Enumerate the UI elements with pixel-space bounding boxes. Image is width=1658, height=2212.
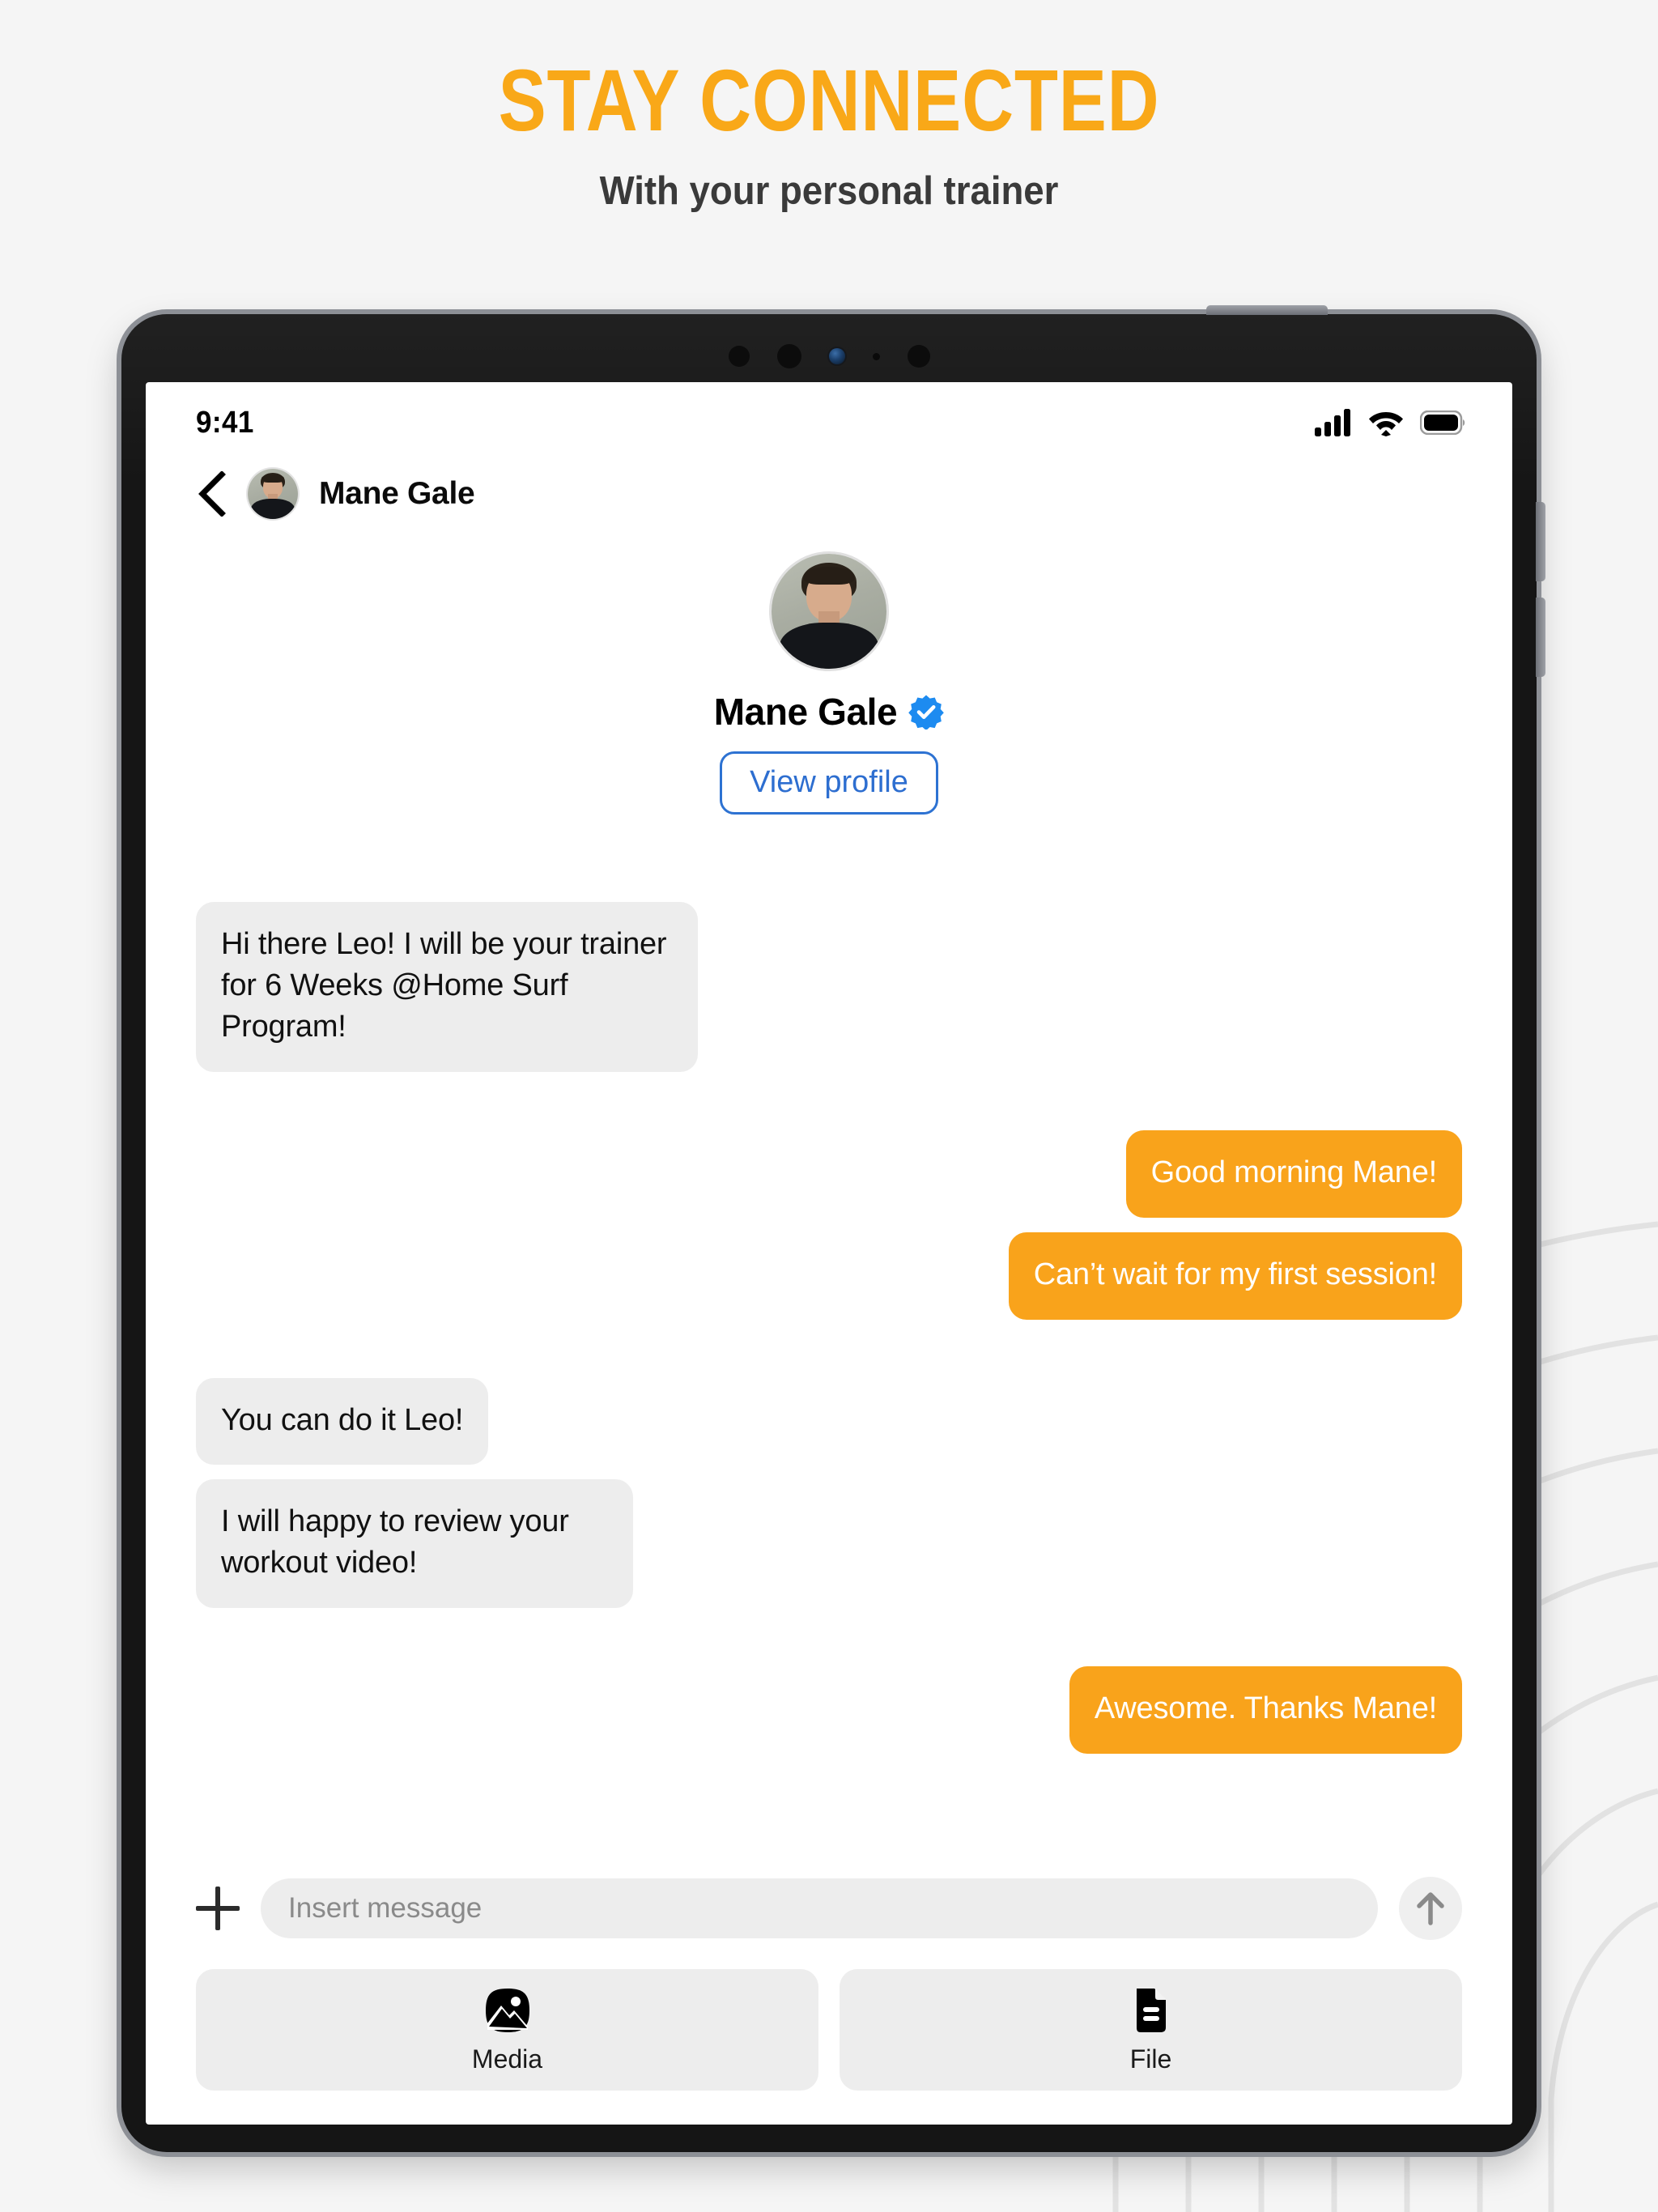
thread-filler — [196, 1768, 1462, 1877]
tablet-screen: 9:41 Mane Gale Mane Gale View profile Hi… — [146, 382, 1512, 2125]
thread-top-spacer — [196, 815, 1462, 902]
status-time: 9:41 — [196, 405, 254, 440]
attachment-media-label: Media — [471, 2044, 543, 2074]
view-profile-button[interactable]: View profile — [720, 751, 938, 815]
tablet-device-frame: 9:41 Mane Gale Mane Gale View profile Hi… — [121, 305, 1545, 2152]
front-camera-icon — [828, 348, 845, 364]
avatar-photo — [248, 469, 298, 519]
chat-navbar: Mane Gale — [146, 452, 1512, 536]
status-icon-group — [1315, 409, 1465, 436]
profile-name: Mane Gale — [713, 691, 898, 733]
navbar-avatar[interactable] — [248, 469, 298, 519]
promo-headline: STAY CONNECTED — [498, 51, 1160, 149]
message-bubble-outgoing[interactable]: Can’t wait for my first session! — [1008, 1231, 1462, 1320]
promo-header: STAY CONNECTED With your personal traine… — [0, 57, 1658, 214]
image-icon — [485, 1988, 529, 2032]
ambient-sensor-icon — [728, 346, 750, 367]
profile-name-row: Mane Gale — [714, 690, 945, 734]
infrared-sensor-icon — [776, 344, 801, 368]
message-bubble-outgoing[interactable]: Good morning Mane! — [1125, 1129, 1462, 1218]
contact-profile-block: Mane Gale View profile — [146, 554, 1512, 815]
bezel-sensor-array — [121, 340, 1537, 372]
promo-subheadline: With your personal trainer — [599, 169, 1059, 213]
message-input[interactable] — [261, 1878, 1378, 1938]
attachment-file-button[interactable]: File — [840, 1969, 1462, 2091]
message-row: Hi there Leo! I will be your trainer for… — [196, 902, 1462, 1072]
arrow-up-icon — [1417, 1892, 1444, 1925]
attachment-bar: Media File — [146, 1945, 1512, 2125]
battery-icon — [1420, 410, 1465, 435]
message-row: I will happy to review your workout vide… — [196, 1479, 1462, 1609]
message-row: Awesome. Thanks Mane! — [196, 1666, 1462, 1755]
profile-avatar[interactable] — [772, 554, 886, 669]
status-bar: 9:41 — [146, 382, 1512, 452]
volume-down-button[interactable] — [1536, 598, 1545, 677]
document-icon — [1136, 1988, 1167, 2032]
message-gap — [196, 1087, 1462, 1130]
microphone-icon — [872, 352, 880, 360]
message-gap — [196, 1623, 1462, 1666]
message-bubble-incoming[interactable]: I will happy to review your workout vide… — [196, 1479, 633, 1609]
verified-badge-icon — [908, 695, 945, 730]
message-composer — [146, 1877, 1512, 1945]
send-button[interactable] — [1399, 1877, 1462, 1940]
message-bubble-outgoing[interactable]: Awesome. Thanks Mane! — [1069, 1666, 1462, 1755]
chat-thread[interactable]: Hi there Leo! I will be your trainer for… — [146, 815, 1512, 1877]
power-button[interactable] — [1206, 305, 1328, 315]
back-button[interactable] — [196, 471, 227, 517]
message-row: You can do it Leo! — [196, 1377, 1462, 1465]
message-row: Good morning Mane! — [196, 1129, 1462, 1218]
dot-projector-icon — [907, 345, 930, 368]
message-gap — [196, 1334, 1462, 1378]
plus-icon[interactable] — [196, 1887, 240, 1930]
cellular-signal-icon — [1315, 409, 1350, 436]
message-bubble-incoming[interactable]: Hi there Leo! I will be your trainer for… — [196, 902, 698, 1072]
attachment-media-button[interactable]: Media — [196, 1969, 818, 2091]
promo-screenshot-page: STAY CONNECTED With your personal traine… — [0, 0, 1658, 2212]
attachment-file-label: File — [1129, 2044, 1172, 2074]
avatar-photo-large — [772, 554, 886, 669]
volume-up-button[interactable] — [1536, 502, 1545, 581]
message-bubble-incoming[interactable]: You can do it Leo! — [196, 1377, 489, 1465]
message-row: Can’t wait for my first session! — [196, 1231, 1462, 1320]
navbar-contact-name: Mane Gale — [319, 476, 475, 511]
wifi-icon — [1369, 412, 1403, 436]
